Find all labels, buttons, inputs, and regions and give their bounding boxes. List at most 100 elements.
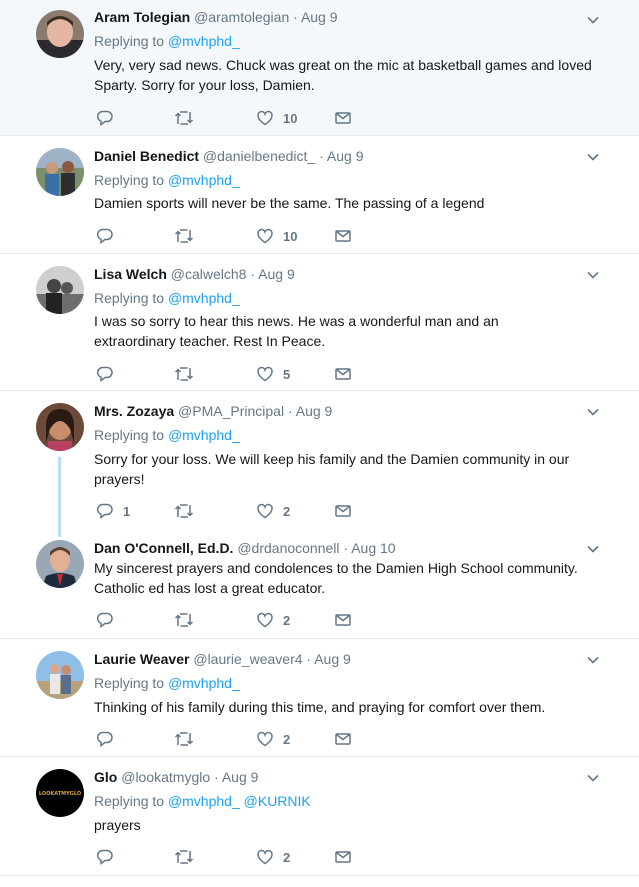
replying-to: Replying to @mvhphd_ [94, 675, 240, 691]
user-handle[interactable]: @drdanoconnell [237, 540, 339, 556]
user-handle[interactable]: @danielbenedict_ [203, 148, 315, 164]
avatar[interactable] [36, 266, 84, 314]
tweet[interactable]: LOOKATMYGLO Glo @lookatmyglo · Aug 9 Rep… [0, 757, 639, 875]
reply-icon [96, 612, 113, 628]
separator-dot: · [287, 403, 293, 419]
like-button[interactable]: 2 [256, 847, 290, 867]
tweet-date[interactable]: Aug 9 [327, 148, 364, 164]
reply-button[interactable] [96, 610, 123, 630]
tweet-date[interactable]: Aug 10 [351, 540, 395, 556]
mention-link[interactable]: @KURNIK [244, 793, 311, 809]
user-handle[interactable]: @PMA_Principal [178, 403, 284, 419]
replying-label: Replying to [94, 290, 165, 306]
tweet-date[interactable]: Aug 9 [314, 651, 351, 667]
tweet[interactable]: Dan O'Connell, Ed.D. @drdanoconnell · Au… [0, 528, 639, 638]
reply-button[interactable] [96, 847, 123, 867]
mention-link[interactable]: @mvhphd_ [168, 675, 240, 691]
chevron-down-icon[interactable] [585, 404, 601, 420]
like-button[interactable]: 2 [256, 501, 290, 521]
chevron-down-icon[interactable] [585, 652, 601, 668]
message-button[interactable] [334, 847, 352, 867]
like-button[interactable]: 2 [256, 729, 290, 749]
mention-link[interactable]: @mvhphd_ [168, 427, 240, 443]
envelope-icon [335, 112, 351, 124]
user-name[interactable]: Aram Tolegian [94, 9, 190, 25]
like-count: 2 [283, 731, 291, 747]
message-button[interactable] [334, 501, 352, 521]
tweet-text: Sorry for your loss. We will keep his fa… [94, 451, 570, 487]
reply-button[interactable] [96, 364, 123, 384]
tweet[interactable]: Mrs. Zozaya @PMA_Principal · Aug 9 Reply… [0, 391, 639, 537]
mention-link[interactable]: @mvhphd_ [168, 172, 240, 188]
separator-dot: · [343, 540, 349, 556]
tweet-text: I was so sorry to hear this news. He was… [94, 313, 499, 349]
replying-label: Replying to [94, 427, 165, 443]
tweet[interactable]: Laurie Weaver @laurie_weaver4 · Aug 9 Re… [0, 639, 639, 756]
avatar[interactable] [36, 651, 84, 699]
avatar[interactable]: LOOKATMYGLO [36, 769, 84, 817]
like-count: 2 [283, 849, 291, 865]
like-button[interactable]: 10 [256, 226, 297, 246]
avatar[interactable] [36, 540, 84, 588]
chevron-down-icon[interactable] [585, 12, 601, 28]
tweet-actions: 5 [94, 364, 374, 384]
user-name[interactable]: Mrs. Zozaya [94, 403, 174, 419]
like-button[interactable]: 2 [256, 610, 290, 630]
reply-button[interactable]: 1 [96, 501, 130, 521]
envelope-icon [335, 230, 351, 242]
message-button[interactable] [334, 226, 352, 246]
message-button[interactable] [334, 610, 352, 630]
tweet[interactable]: Aram Tolegian @aramtolegian · Aug 9 Repl… [0, 0, 639, 135]
avatar[interactable] [36, 10, 84, 58]
tweet-date[interactable]: Aug 9 [296, 403, 333, 419]
chevron-down-icon[interactable] [585, 149, 601, 165]
tweet-date[interactable]: Aug 9 [301, 9, 338, 25]
user-name[interactable]: Lisa Welch [94, 266, 167, 282]
avatar[interactable] [36, 403, 84, 451]
mention-link[interactable]: @mvhphd_ [168, 290, 240, 306]
mention-link[interactable]: @mvhphd_ [168, 793, 240, 809]
reply-button[interactable] [96, 226, 123, 246]
replying-to: Replying to @mvhphd_ [94, 290, 240, 306]
message-button[interactable] [334, 108, 352, 128]
user-handle[interactable]: @aramtolegian [194, 9, 289, 25]
reply-icon [96, 228, 113, 244]
user-handle[interactable]: @calwelch8 [171, 266, 247, 282]
envelope-icon [335, 505, 351, 517]
message-button[interactable] [334, 729, 352, 749]
retweet-button[interactable] [174, 501, 203, 521]
user-name[interactable]: Glo [94, 769, 117, 785]
avatar[interactable] [36, 148, 84, 196]
chevron-down-icon[interactable] [585, 267, 601, 283]
user-handle[interactable]: @laurie_weaver4 [193, 651, 302, 667]
retweet-button[interactable] [174, 847, 203, 867]
replying-label: Replying to [94, 793, 165, 809]
chevron-down-icon[interactable] [585, 541, 601, 557]
retweet-button[interactable] [174, 364, 203, 384]
retweet-button[interactable] [174, 108, 203, 128]
separator-dot: · [306, 651, 312, 667]
reply-button[interactable] [96, 729, 123, 749]
like-button[interactable]: 10 [256, 108, 297, 128]
tweet-date[interactable]: Aug 9 [258, 266, 295, 282]
tweet-date[interactable]: Aug 9 [222, 769, 259, 785]
tweet[interactable]: Daniel Benedict @danielbenedict_ · Aug 9… [0, 136, 639, 253]
retweet-icon [174, 367, 194, 381]
retweet-button[interactable] [174, 226, 203, 246]
like-button[interactable]: 5 [256, 364, 290, 384]
user-handle[interactable]: @lookatmyglo [121, 769, 210, 785]
reply-icon [96, 110, 113, 126]
separator-dot: · [319, 148, 324, 164]
user-name[interactable]: Daniel Benedict [94, 148, 199, 164]
retweet-button[interactable] [174, 729, 203, 749]
message-button[interactable] [334, 364, 352, 384]
retweet-button[interactable] [174, 610, 203, 630]
envelope-icon [335, 368, 351, 380]
mention-link[interactable]: @mvhphd_ [168, 33, 240, 49]
envelope-icon [335, 614, 351, 626]
reply-button[interactable] [96, 108, 123, 128]
chevron-down-icon[interactable] [585, 770, 601, 786]
user-name[interactable]: Laurie Weaver [94, 651, 189, 667]
tweet[interactable]: Lisa Welch @calwelch8 · Aug 9 Replying t… [0, 254, 639, 390]
user-name[interactable]: Dan O'Connell, Ed.D. [94, 540, 233, 556]
